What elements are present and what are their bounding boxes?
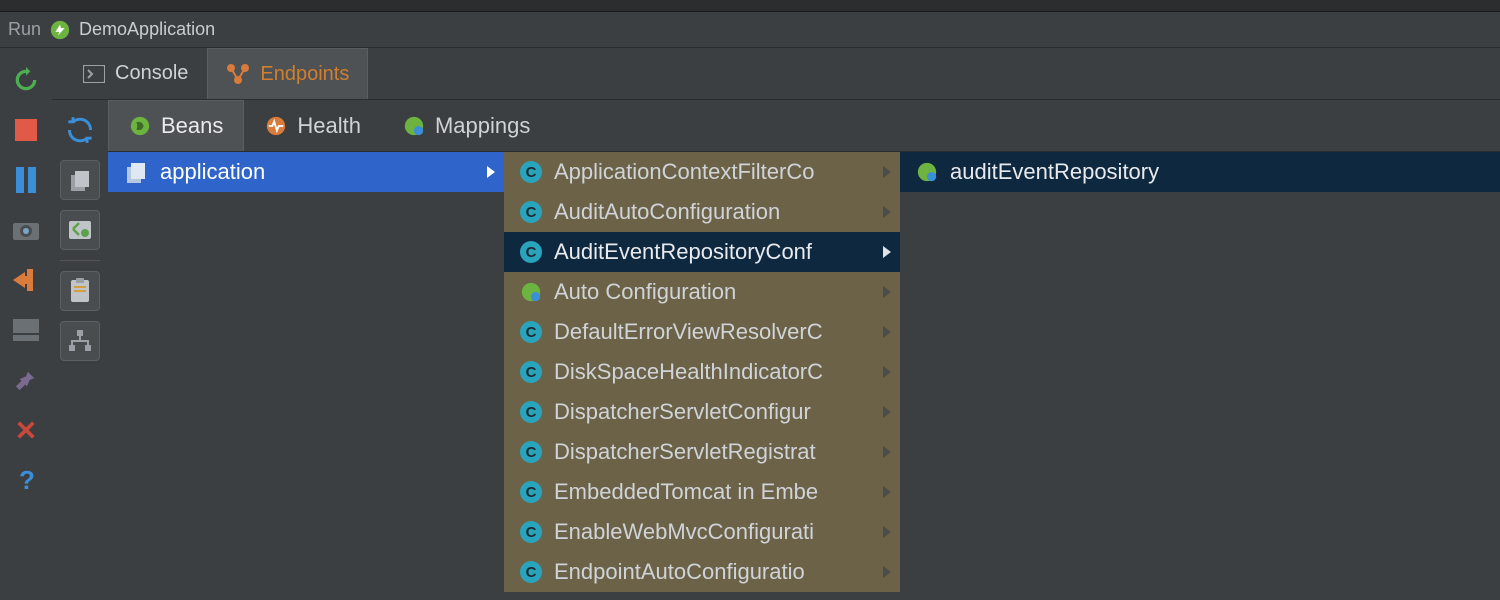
column-2: C ApplicationContextFilterCo C AuditAutoCon… (504, 152, 900, 600)
bean-icon (129, 115, 151, 137)
stop-button[interactable] (12, 116, 40, 144)
chevron-right-icon (882, 325, 892, 339)
refresh-button[interactable] (60, 110, 100, 150)
class-icon: C (520, 201, 542, 223)
spring-icon (916, 161, 938, 183)
clipboard-icon[interactable] (60, 271, 100, 311)
list-item-label: ApplicationContextFilterCo (554, 159, 814, 185)
list-item-label: application (160, 159, 265, 185)
list-item-label: auditEventRepository (950, 159, 1159, 185)
chevron-right-icon (882, 165, 892, 179)
chevron-right-icon (882, 445, 892, 459)
pin-icon[interactable] (12, 366, 40, 394)
list-item-label: AuditAutoConfiguration (554, 199, 780, 225)
tab-console-label: Console (115, 62, 188, 85)
hierarchy-icon[interactable] (60, 321, 100, 361)
tab-health-label: Health (297, 113, 361, 139)
list-item[interactable]: C DefaultErrorViewResolverC (504, 312, 900, 352)
chevron-right-icon (486, 165, 496, 179)
class-icon: C (520, 161, 542, 183)
chevron-right-icon (882, 205, 892, 219)
app-title: DemoApplication (79, 19, 215, 40)
tab-mappings-label: Mappings (435, 113, 530, 139)
tab-mappings[interactable]: Mappings (382, 100, 551, 151)
list-item[interactable]: C DispatcherServletConfigur (504, 392, 900, 432)
left-action-rail: ? (0, 48, 52, 600)
diff-icon[interactable] (60, 210, 100, 250)
list-item[interactable]: application (108, 152, 504, 192)
class-icon: C (520, 561, 542, 583)
camera-icon[interactable] (12, 216, 40, 244)
list-item-label: EnableWebMvcConfigurati (554, 519, 814, 545)
rerun-button[interactable] (12, 66, 40, 94)
chevron-right-icon (882, 485, 892, 499)
chevron-right-icon (882, 565, 892, 579)
list-item[interactable]: C DispatcherServletRegistrat (504, 432, 900, 472)
close-icon[interactable] (12, 416, 40, 444)
endpoints-tool-rail (52, 100, 108, 600)
stack-icon (124, 160, 148, 184)
list-item[interactable]: C ApplicationContextFilterCo (504, 152, 900, 192)
list-item-label: AuditEventRepositoryConf (554, 239, 812, 265)
list-item-label: DiskSpaceHealthIndicatorC (554, 359, 823, 385)
tab-endpoints[interactable]: Endpoints (207, 48, 368, 99)
list-item[interactable]: Auto Configuration (504, 272, 900, 312)
endpoints-subtabs: Beans Health Mappings (108, 100, 1500, 152)
class-icon: C (520, 481, 542, 503)
column-1: application (108, 152, 504, 600)
health-icon (265, 115, 287, 137)
svg-text:?: ? (19, 467, 35, 493)
list-item[interactable]: auditEventRepository (900, 152, 1500, 192)
list-item-label: DispatcherServletRegistrat (554, 439, 816, 465)
list-item[interactable]: C EmbeddedTomcat in Embe (504, 472, 900, 512)
list-item[interactable]: C AuditAutoConfiguration (504, 192, 900, 232)
endpoints-icon (226, 63, 250, 85)
list-item[interactable]: C DiskSpaceHealthIndicatorC (504, 352, 900, 392)
class-icon: C (520, 441, 542, 463)
class-icon: C (520, 521, 542, 543)
tab-health[interactable]: Health (244, 100, 382, 151)
run-tab-bar: Console Endpoints (52, 48, 1500, 100)
class-icon: C (520, 241, 542, 263)
browser-columns: application CApplicationContextFilterCoC… (108, 152, 1500, 600)
chevron-right-icon (882, 245, 892, 259)
chevron-right-icon (882, 285, 892, 299)
help-icon[interactable]: ? (12, 466, 40, 494)
tab-beans[interactable]: Beans (108, 100, 244, 151)
column-3: auditEventRepository (900, 152, 1500, 600)
list-item-label: DispatcherServletConfigur (554, 399, 811, 425)
list-item-label: Auto Configuration (554, 279, 736, 305)
list-item[interactable]: C EnableWebMvcConfigurati (504, 512, 900, 552)
console-icon (83, 65, 105, 83)
list-item-label: EndpointAutoConfiguratio (554, 559, 805, 585)
pause-button[interactable] (12, 166, 40, 194)
tab-console[interactable]: Console (64, 48, 207, 99)
documents-icon[interactable] (60, 160, 100, 200)
list-item-label: EmbeddedTomcat in Embe (554, 479, 818, 505)
layout-icon[interactable] (12, 316, 40, 344)
class-icon: C (520, 321, 542, 343)
spring-icon (520, 281, 542, 303)
title-bar-strip (0, 0, 1500, 12)
list-item[interactable]: C AuditEventRepositoryConf (504, 232, 900, 272)
run-label: Run (8, 19, 41, 40)
rail-divider (60, 260, 100, 261)
tab-endpoints-label: Endpoints (260, 63, 349, 86)
exit-icon[interactable] (12, 266, 40, 294)
spring-boot-icon (49, 19, 71, 41)
class-icon: C (520, 401, 542, 423)
list-item-label: DefaultErrorViewResolverC (554, 319, 823, 345)
tab-beans-label: Beans (161, 113, 223, 139)
chevron-right-icon (882, 525, 892, 539)
run-header: Run DemoApplication (0, 12, 1500, 48)
chevron-right-icon (882, 365, 892, 379)
mappings-icon (403, 115, 425, 137)
chevron-right-icon (882, 405, 892, 419)
list-item[interactable]: C EndpointAutoConfiguratio (504, 552, 900, 592)
class-icon: C (520, 361, 542, 383)
